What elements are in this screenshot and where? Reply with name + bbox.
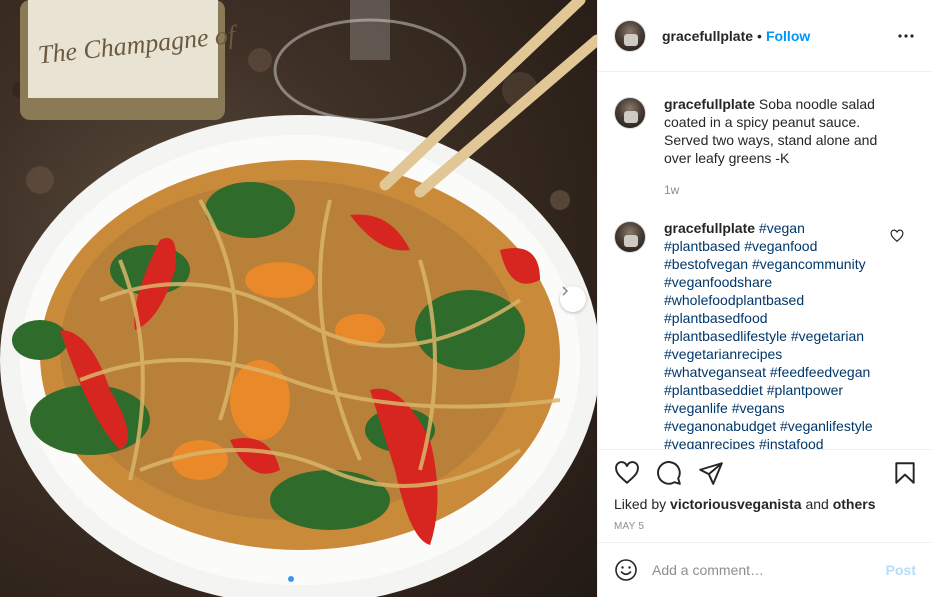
liked-by-others[interactable]: others (833, 496, 876, 512)
hashtag-comment-username[interactable]: gracefullplate (664, 220, 755, 236)
hashtag-link[interactable]: #bestofvegan (664, 256, 748, 272)
hashtag-link[interactable]: #wholefoodplantbased (664, 292, 804, 308)
like-heart-icon[interactable] (614, 460, 640, 486)
hashtag-link[interactable]: #whatveganseat (664, 364, 766, 380)
carousel-indicator (288, 576, 304, 582)
liked-by-user[interactable]: victoriousveganista (670, 496, 802, 512)
caption-comment: gracefullplate Soba noodle salad coated … (614, 95, 914, 199)
post-photo[interactable]: The Champagne of (0, 0, 597, 597)
avatar[interactable] (614, 97, 646, 129)
carousel-next-button[interactable] (560, 286, 586, 312)
follow-button[interactable]: Follow (766, 28, 810, 44)
post-actions: Liked by victoriousveganista and others … (598, 449, 931, 542)
hashtag-comment: gracefullplate #vegan #plantbased #vegan… (614, 219, 914, 449)
comments-section[interactable]: gracefullplate Soba noodle salad coated … (598, 73, 931, 449)
hashtag-link[interactable]: #plantbasedlifestyle (664, 328, 787, 344)
hashtag-link[interactable]: #plantbased (664, 238, 740, 254)
more-dots-icon (898, 34, 914, 38)
likes-summary: Liked by victoriousveganista and others (614, 496, 875, 512)
hashtag-list: #vegan #plantbased #veganfood #bestofveg… (664, 220, 873, 449)
header-separator: • (757, 27, 762, 44)
post-comment-button[interactable]: Post (886, 562, 916, 578)
avatar[interactable] (614, 221, 646, 253)
emoji-smiley-icon[interactable] (614, 558, 638, 582)
hashtag-link[interactable]: #veganlifestyle (780, 418, 873, 434)
carousel-dot (298, 576, 304, 582)
hashtag-link[interactable]: #veganrecipes (664, 436, 755, 449)
hashtag-link[interactable]: #veganfoodshare (664, 274, 772, 290)
hashtag-link[interactable]: #vegetarianrecipes (664, 346, 782, 362)
post-side-panel: gracefullplate • Follow gracefullplate S… (597, 0, 931, 597)
hashtag-link[interactable]: #vegancommunity (752, 256, 866, 272)
hashtag-link[interactable]: #feedfeedvegan (770, 364, 870, 380)
hashtag-link[interactable]: #vegan (759, 220, 805, 236)
caption-username[interactable]: gracefullplate (664, 96, 755, 112)
post-header: gracefullplate • Follow (598, 0, 931, 72)
share-plane-icon[interactable] (698, 460, 724, 486)
hashtag-link[interactable]: #vegetarian (791, 328, 864, 344)
post-date[interactable]: MAY 5 (614, 521, 644, 532)
hashtag-link[interactable]: #veganlife (664, 400, 728, 416)
likes-and: and (805, 496, 829, 512)
save-bookmark-icon[interactable] (892, 460, 918, 486)
avatar[interactable] (614, 19, 646, 52)
caption-time[interactable]: 1w (664, 181, 904, 199)
comment-bubble-icon[interactable] (656, 460, 682, 486)
like-comment-heart-icon[interactable] (890, 229, 904, 243)
hashtag-link[interactable]: #instafood (759, 436, 824, 449)
hashtag-link[interactable]: #vegans (732, 400, 785, 416)
hashtag-link[interactable]: #plantbasedfood (664, 310, 768, 326)
hashtag-link[interactable]: #veganonabudget (664, 418, 776, 434)
add-comment-bar: Post (598, 542, 931, 597)
hashtag-link[interactable]: #plantpower (767, 382, 843, 398)
carousel-dot-active (288, 576, 294, 582)
hashtag-link[interactable]: #veganfood (744, 238, 817, 254)
likes-prefix: Liked by (614, 496, 667, 512)
food-photo-illustration: The Champagne of (0, 0, 597, 597)
hashtag-link[interactable]: #plantbaseddiet (664, 382, 763, 398)
header-username[interactable]: gracefullplate (662, 28, 753, 44)
chevron-right-icon (562, 286, 569, 296)
more-options-button[interactable] (896, 26, 916, 46)
comment-input[interactable] (652, 562, 886, 578)
